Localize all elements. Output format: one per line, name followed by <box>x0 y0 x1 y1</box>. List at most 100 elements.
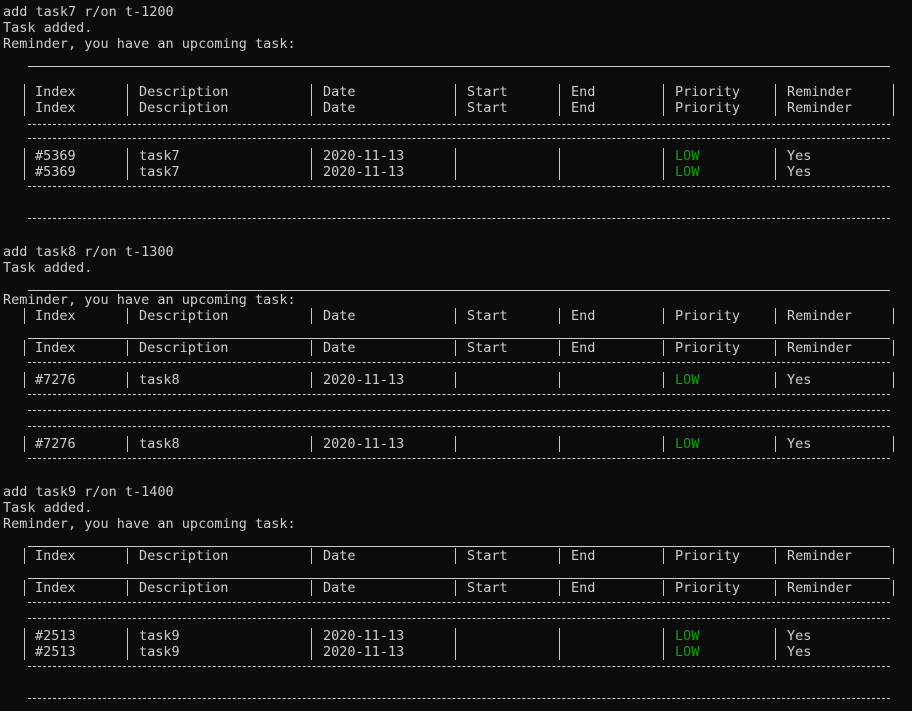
header-reminder: Reminder <box>787 308 853 324</box>
cell-reminder: Yes <box>787 148 812 164</box>
cell-reminder: Yes <box>787 436 812 452</box>
command-line: add task7 r/on t-1200 <box>3 4 174 20</box>
cell-description: task8 <box>139 436 180 452</box>
header-date: Date <box>323 340 356 356</box>
cell-priority: LOW <box>675 164 700 180</box>
table-border <box>28 138 890 139</box>
output-line: Reminder, you have an upcoming task: <box>3 292 296 308</box>
table-border <box>28 578 890 579</box>
console-window[interactable]: add task7 r/on t-1200 Task added. Remind… <box>0 0 912 711</box>
header-description: Description <box>139 100 229 116</box>
cell-date: 2020-11-13 <box>323 148 405 164</box>
cell-index: #2513 <box>35 628 76 644</box>
cell-index: #7276 <box>35 436 76 452</box>
header-index: Index <box>35 308 76 324</box>
command-line: add task8 r/on t-1300 <box>3 244 174 260</box>
cell-priority: LOW <box>675 644 700 660</box>
cell-date: 2020-11-13 <box>323 372 405 388</box>
cell-date: 2020-11-13 <box>323 644 405 660</box>
command-line: add task9 r/on t-1400 <box>3 484 174 500</box>
header-end: End <box>571 84 596 100</box>
header-priority: Priority <box>675 340 741 356</box>
header-priority: Priority <box>675 580 741 596</box>
table-border <box>28 394 890 395</box>
table-border <box>28 546 890 547</box>
header-priority: Priority <box>675 84 741 100</box>
header-start: Start <box>467 548 508 564</box>
cell-date: 2020-11-13 <box>323 436 405 452</box>
header-reminder: Reminder <box>787 84 853 100</box>
table-border <box>28 186 890 187</box>
header-reminder: Reminder <box>787 548 853 564</box>
cell-date: 2020-11-13 <box>323 628 405 644</box>
cell-priority: LOW <box>675 372 700 388</box>
table-border <box>28 698 890 699</box>
table-row: #2513 task9 2020-11-13 LOW Yes <box>0 644 912 660</box>
table-header-row: Index Description Date Start End Priorit… <box>0 84 912 100</box>
table-border <box>28 666 890 667</box>
table-border <box>28 458 890 459</box>
table-header-row: Index Description Date Start End Priorit… <box>0 580 912 596</box>
header-reminder: Reminder <box>787 340 853 356</box>
output-line: Reminder, you have an upcoming task: <box>3 516 296 532</box>
header-end: End <box>571 340 596 356</box>
table-border <box>28 410 890 411</box>
header-priority: Priority <box>675 308 741 324</box>
header-description: Description <box>139 340 229 356</box>
cell-index: #5369 <box>35 164 76 180</box>
header-end: End <box>571 100 596 116</box>
header-date: Date <box>323 580 356 596</box>
cell-reminder: Yes <box>787 372 812 388</box>
header-description: Description <box>139 580 229 596</box>
header-priority: Priority <box>675 100 741 116</box>
table-border <box>28 426 890 427</box>
header-description: Description <box>139 308 229 324</box>
table-header-row: Index Description Date Start End Priorit… <box>0 100 912 116</box>
header-start: Start <box>467 308 508 324</box>
table-header-row: Index Description Date Start End Priorit… <box>0 340 912 356</box>
header-priority: Priority <box>675 548 741 564</box>
header-end: End <box>571 308 596 324</box>
header-date: Date <box>323 308 356 324</box>
table-border <box>28 290 890 291</box>
cell-reminder: Yes <box>787 164 812 180</box>
header-start: Start <box>467 340 508 356</box>
cell-reminder: Yes <box>787 628 812 644</box>
header-start: Start <box>467 580 508 596</box>
header-start: Start <box>467 100 508 116</box>
output-line: Task added. <box>3 500 93 516</box>
cell-date: 2020-11-13 <box>323 164 405 180</box>
header-index: Index <box>35 548 76 564</box>
cell-priority: LOW <box>675 148 700 164</box>
header-reminder: Reminder <box>787 580 853 596</box>
cell-index: #7276 <box>35 372 76 388</box>
header-end: End <box>571 580 596 596</box>
cell-description: task9 <box>139 628 180 644</box>
output-line: Task added. <box>3 260 93 276</box>
header-index: Index <box>35 340 76 356</box>
cell-priority: LOW <box>675 628 700 644</box>
header-date: Date <box>323 100 356 116</box>
table-header-row: Index Description Date Start End Priorit… <box>0 548 912 564</box>
header-index: Index <box>35 84 76 100</box>
table-row: #2513 task9 2020-11-13 LOW Yes <box>0 628 912 644</box>
table-row: #7276 task8 2020-11-13 LOW Yes <box>0 436 912 452</box>
table-row: #7276 task8 2020-11-13 LOW Yes <box>0 372 912 388</box>
table-row: #5369 task7 2020-11-13 LOW Yes <box>0 164 912 180</box>
table-border <box>28 338 890 339</box>
cell-index: #2513 <box>35 644 76 660</box>
header-reminder: Reminder <box>787 100 853 116</box>
table-border <box>28 618 890 619</box>
output-line: Task added. <box>3 20 93 36</box>
cell-reminder: Yes <box>787 644 812 660</box>
table-border <box>28 602 890 603</box>
table-border <box>28 66 890 67</box>
cell-description: task8 <box>139 372 180 388</box>
cell-description: task7 <box>139 148 180 164</box>
header-index: Index <box>35 580 76 596</box>
header-description: Description <box>139 548 229 564</box>
cell-index: #5369 <box>35 148 76 164</box>
header-end: End <box>571 548 596 564</box>
table-border <box>28 124 890 125</box>
output-line: Reminder, you have an upcoming task: <box>3 36 296 52</box>
